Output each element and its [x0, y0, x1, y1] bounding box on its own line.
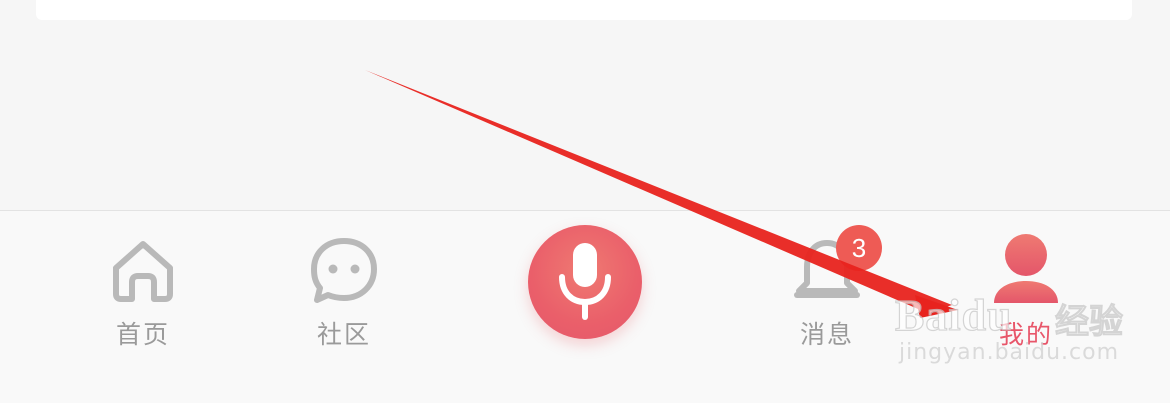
content-area — [0, 0, 1170, 210]
tab-messages[interactable]: 3 消息 — [767, 225, 887, 361]
tab-mine[interactable]: 我的 — [966, 231, 1086, 361]
home-icon — [103, 231, 183, 311]
chat-bubble-icon — [304, 231, 384, 311]
tab-mine-label: 我的 — [998, 320, 1053, 349]
microphone-icon — [559, 243, 611, 320]
voice-input-button[interactable] — [528, 225, 642, 339]
tab-home[interactable]: 首页 — [83, 231, 203, 361]
tab-messages-label: 消息 — [799, 320, 854, 349]
tab-home-label: 首页 — [115, 320, 170, 349]
tab-community[interactable]: 社区 — [284, 231, 404, 361]
tab-community-label: 社区 — [316, 320, 371, 349]
message-count-badge: 3 — [836, 225, 882, 271]
user-icon — [986, 231, 1066, 311]
content-card — [36, 0, 1132, 20]
